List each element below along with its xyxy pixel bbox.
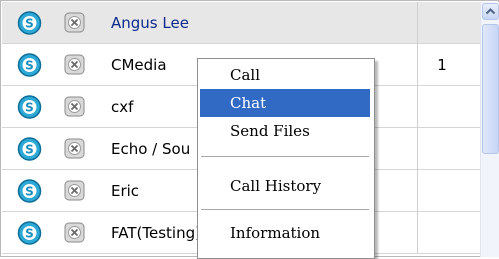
menu-item-call[interactable]: Call [200,61,370,89]
svg-text:S: S [25,227,34,241]
svg-text:S: S [25,143,34,157]
menu-item-send-files[interactable]: Send Files [200,117,370,145]
contact-name: FAT(Testing) [111,224,201,242]
contact-row[interactable]: S Angus Lee [2,2,480,44]
menu-item-chat[interactable]: Chat [200,89,370,117]
column-divider [417,44,418,86]
menu-separator [201,156,369,157]
contact-name: Angus Lee [111,14,189,32]
skype-status-icon[interactable]: S [16,221,43,245]
menu-item-information[interactable]: Information [200,219,370,247]
scroll-up-arrow-icon [485,8,496,15]
skype-status-icon[interactable]: S [16,11,43,35]
skype-status-icon[interactable]: S [16,179,43,203]
contact-name: CMedia [111,56,167,74]
vertical-scrollbar[interactable] [480,2,499,257]
contact-name: cxf [111,98,134,116]
svg-text:S: S [25,17,34,31]
context-menu: Call Chat Send Files Call History Inform… [197,58,375,259]
column-divider [417,128,418,170]
remove-contact-icon[interactable] [64,12,85,33]
skype-status-icon[interactable]: S [16,53,43,77]
menu-separator [201,209,369,210]
remove-contact-icon[interactable] [64,54,85,75]
menu-item-call-history[interactable]: Call History [200,172,370,200]
contact-name: Eric [111,182,140,200]
svg-text:S: S [25,59,34,73]
svg-text:S: S [25,185,34,199]
column-divider [417,86,418,128]
scroll-up-button[interactable] [482,3,499,20]
remove-contact-icon[interactable] [64,180,85,201]
contact-name: Echo / Sou [111,140,191,158]
skype-status-icon[interactable]: S [16,95,43,119]
remove-contact-icon[interactable] [64,138,85,159]
svg-text:S: S [25,101,34,115]
column-divider [417,170,418,212]
remove-contact-icon[interactable] [64,222,85,243]
skype-status-icon[interactable]: S [16,137,43,161]
column-divider [417,212,418,254]
column-divider [417,2,418,44]
scroll-thumb[interactable] [482,24,499,154]
contact-count: 1 [437,56,447,74]
remove-contact-icon[interactable] [64,96,85,117]
